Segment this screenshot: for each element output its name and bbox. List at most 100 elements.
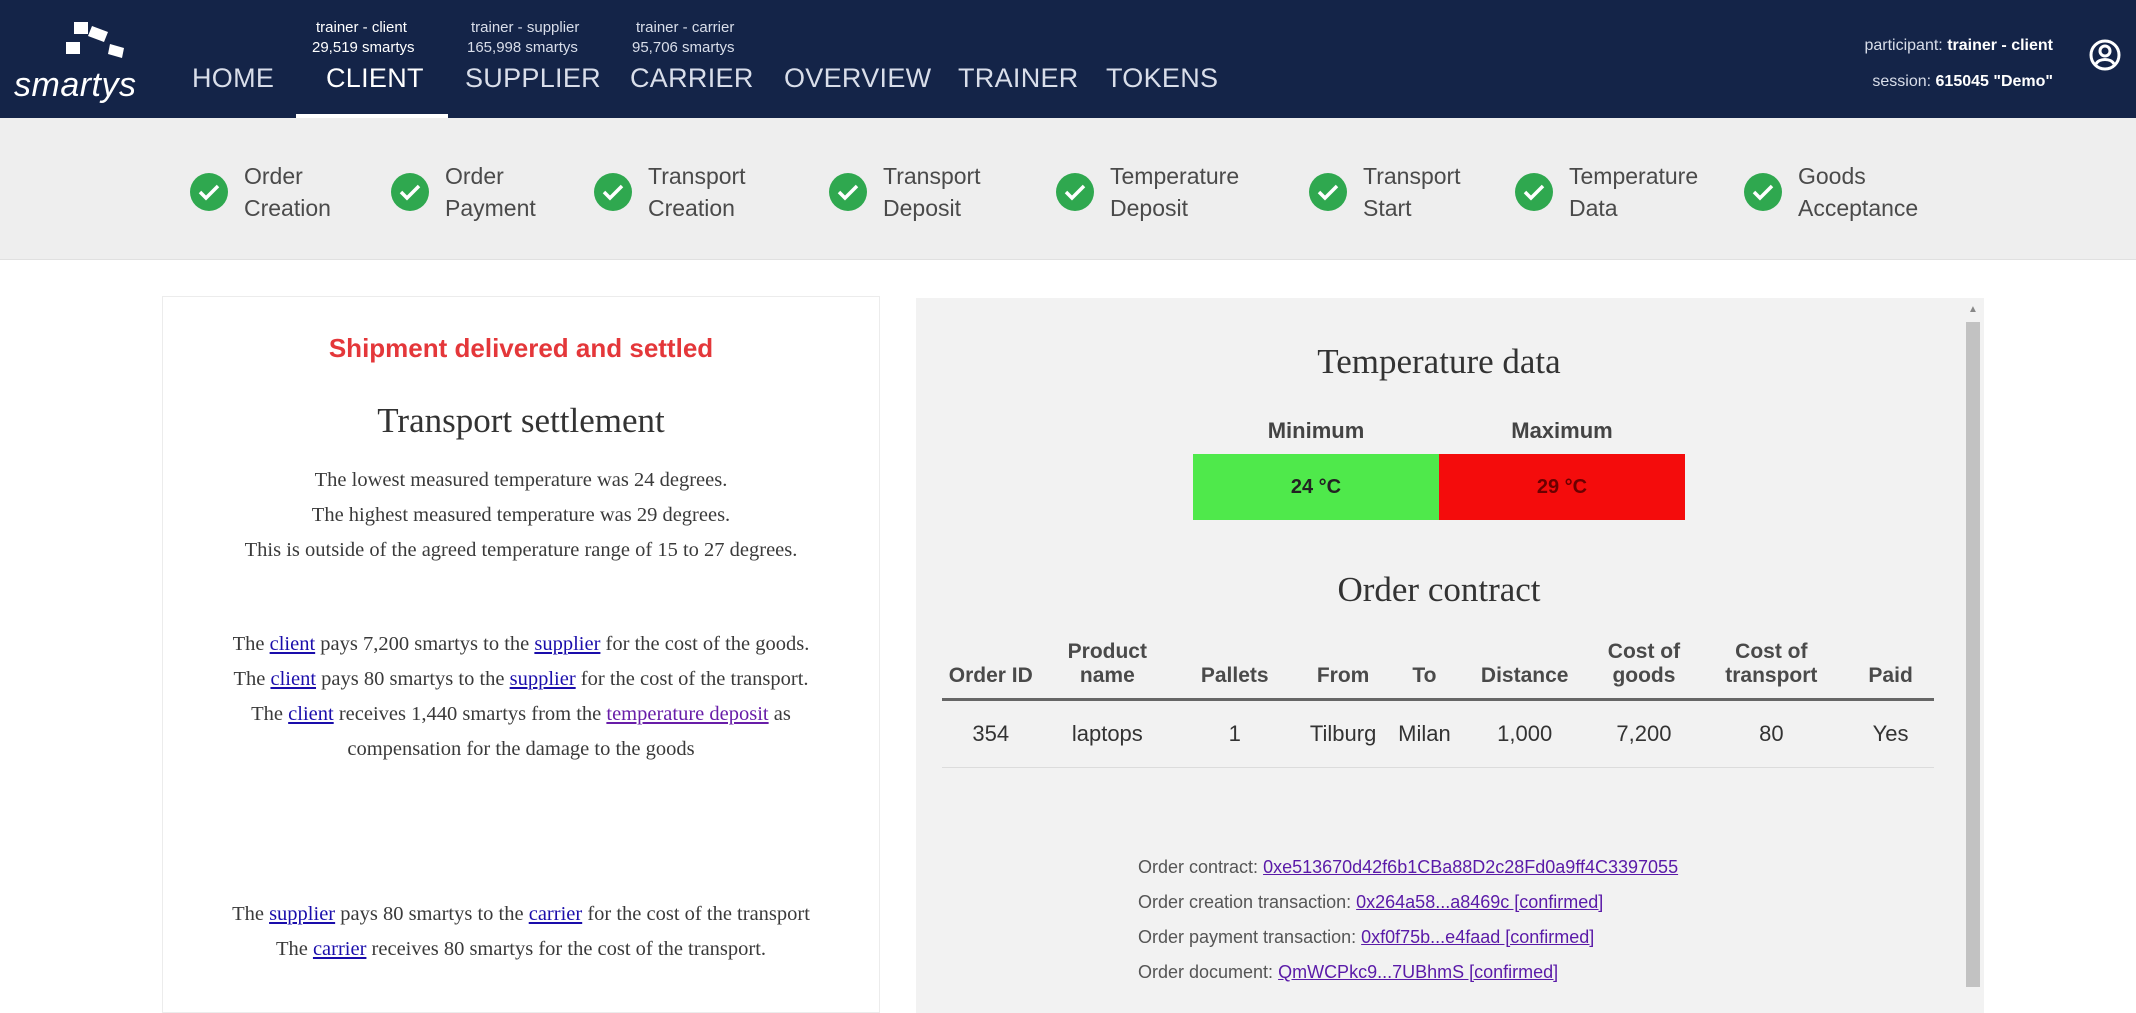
step-transport-deposit[interactable]: Transport Deposit [829, 160, 981, 224]
column-header: Order ID [942, 640, 1040, 701]
scrollbar-thumb[interactable] [1966, 322, 1980, 987]
nav-trainer[interactable]: TRAINER [958, 0, 1078, 118]
nav-client-label: CLIENT [326, 63, 424, 93]
supplier-payments: The supplier pays 80 smartys to the carr… [223, 897, 819, 967]
nav-carrier[interactable]: trainer - carrier 95,706 smartys CARRIER [630, 0, 754, 118]
tx-order-document: Order document: QmWCPkc9...7UBhmS [confi… [1138, 955, 1678, 990]
step-order-creation[interactable]: Order Creation [190, 160, 331, 224]
session-label: session: [1872, 73, 1932, 90]
check-circle-icon [1056, 173, 1094, 211]
nav-carrier-participant: trainer - carrier [636, 19, 735, 36]
tx-link[interactable]: QmWCPkc9...7UBhmS [confirmed] [1278, 962, 1558, 982]
nav-home[interactable]: HOME [192, 0, 275, 118]
minimum-temperature-value: 24 °C [1193, 454, 1439, 520]
nav-overview[interactable]: OVERVIEW [784, 0, 931, 118]
supplier-link[interactable]: supplier [534, 633, 600, 655]
nav-overview-label: OVERVIEW [784, 63, 932, 93]
text: receives 1,440 smartys from the [338, 703, 602, 725]
nav-client[interactable]: trainer - client 29,519 smartys CLIENT [296, 0, 448, 118]
carrier-link[interactable]: carrier [313, 938, 366, 960]
temp-line-lowest: The lowest measured temperature was 24 d… [314, 469, 728, 491]
nav-client-balance: 29,519 smartys [312, 39, 415, 56]
top-navigation-bar: smartys HOME trainer - client 29,519 sma… [0, 0, 2136, 118]
tx-label: Order contract: [1138, 857, 1259, 877]
nav-carrier-sub: trainer - carrier 95,706 smartys [632, 18, 735, 58]
nav-carrier-label: CARRIER [630, 63, 754, 93]
tx-label: Order payment transaction: [1138, 927, 1357, 947]
cell-paid: Yes [1847, 699, 1934, 768]
step-label: Transport Deposit [883, 163, 981, 221]
tx-link[interactable]: 0x264a58...a8469c [confirmed] [1356, 892, 1603, 912]
session-line: session: 615045 "Demo" [1864, 64, 2053, 100]
tx-link[interactable]: 0xf0f75b...e4faad [confirmed] [1361, 927, 1594, 947]
check-circle-icon [190, 173, 228, 211]
text: for the cost of the transport [587, 903, 810, 925]
logo-text: smartys [14, 66, 137, 104]
cell-product-name: laptops [1039, 699, 1176, 768]
participant-value: trainer - client [1947, 37, 2053, 54]
nav-supplier-participant: trainer - supplier [471, 19, 580, 36]
tx-link[interactable]: 0xe513670d42f6b1CBa88D2c28Fd0a9ff4C33970… [1263, 857, 1678, 877]
text: The [275, 938, 308, 960]
text: for the cost of the goods. [605, 633, 810, 655]
nav-home-label: HOME [192, 63, 275, 93]
text: The [232, 633, 265, 655]
cell-pallets: 1 [1175, 699, 1295, 768]
nav-trainer-label: TRAINER [958, 63, 1079, 93]
check-circle-icon [1309, 173, 1347, 211]
nav-supplier[interactable]: trainer - supplier 165,998 smartys SUPPL… [465, 0, 601, 118]
step-temperature-data[interactable]: Temperature Data [1515, 160, 1698, 224]
step-label: Transport Creation [648, 163, 746, 221]
check-circle-icon [594, 173, 632, 211]
carrier-link[interactable]: carrier [529, 903, 582, 925]
check-circle-icon [391, 173, 429, 211]
cell-from: Tilburg [1294, 699, 1392, 768]
client-link[interactable]: client [288, 703, 334, 725]
smartys-logo[interactable]: smartys [14, 22, 137, 104]
text: receives 80 smartys for the cost of the … [371, 938, 767, 960]
temperature-summary: The lowest measured temperature was 24 d… [203, 463, 839, 568]
nav-tokens[interactable]: TOKENS [1106, 0, 1219, 118]
nav-supplier-balance: 165,998 smartys [467, 39, 578, 56]
step-transport-creation[interactable]: Transport Creation [594, 160, 746, 224]
tx-order-creation: Order creation transaction: 0x264a58...a… [1138, 885, 1678, 920]
nav-client-sub: trainer - client 29,519 smartys [312, 18, 415, 58]
text: pays 80 smartys to the [321, 668, 505, 690]
settlement-panel: Shipment delivered and settled Transport… [162, 296, 880, 1013]
step-label: Temperature Data [1569, 163, 1699, 221]
participant-info: participant: trainer - client session: 6… [1864, 28, 2053, 100]
step-transport-start[interactable]: Transport Start [1309, 160, 1461, 224]
temperature-deposit-link[interactable]: temperature deposit [606, 703, 768, 725]
column-header: Cost of goods [1592, 640, 1696, 701]
step-order-payment[interactable]: Order Payment [391, 160, 536, 224]
session-value: 615045 "Demo" [1935, 73, 2053, 90]
step-label: Temperature Deposit [1110, 163, 1240, 221]
step-temperature-deposit[interactable]: Temperature Deposit [1056, 160, 1239, 224]
transaction-list: Order contract: 0xe513670d42f6b1CBa88D2c… [1138, 850, 1678, 990]
column-header: Product name [1039, 640, 1176, 701]
maximum-label: Maximum [1511, 418, 1613, 443]
process-steps-bar: Order Creation Order Payment Transport Crea… [0, 118, 2136, 260]
client-link[interactable]: client [270, 633, 316, 655]
temp-line-range: This is outside of the agreed temperatur… [244, 539, 798, 561]
account-circle-icon[interactable] [2088, 38, 2122, 72]
supplier-link[interactable]: supplier [510, 668, 576, 690]
cell-cost-of-goods: 7,200 [1592, 699, 1696, 768]
supplier-link[interactable]: supplier [269, 903, 335, 925]
text: The [232, 903, 264, 925]
nav-tokens-label: TOKENS [1106, 63, 1219, 93]
tx-label: Order creation transaction: [1138, 892, 1352, 912]
scroll-up-arrow-icon[interactable]: ▲ [1966, 304, 1980, 316]
check-circle-icon [829, 173, 867, 211]
tx-order-payment: Order payment transaction: 0xf0f75b...e4… [1138, 920, 1678, 955]
order-contract-table: Order ID Product name Pallets From To Di… [942, 640, 1934, 768]
column-header: Cost of transport [1695, 640, 1848, 701]
text: The [233, 668, 266, 690]
nav-carrier-balance: 95,706 smartys [632, 39, 735, 56]
smartys-logo-icon [66, 22, 124, 58]
client-link[interactable]: client [270, 668, 316, 690]
step-goods-acceptance[interactable]: Goods Acceptance [1744, 160, 1918, 224]
table-row: 354 laptops 1 Tilburg Milan 1,000 7,200 … [942, 699, 1934, 768]
cell-order-id: 354 [942, 699, 1040, 768]
participant-line: participant: trainer - client [1864, 28, 2053, 64]
